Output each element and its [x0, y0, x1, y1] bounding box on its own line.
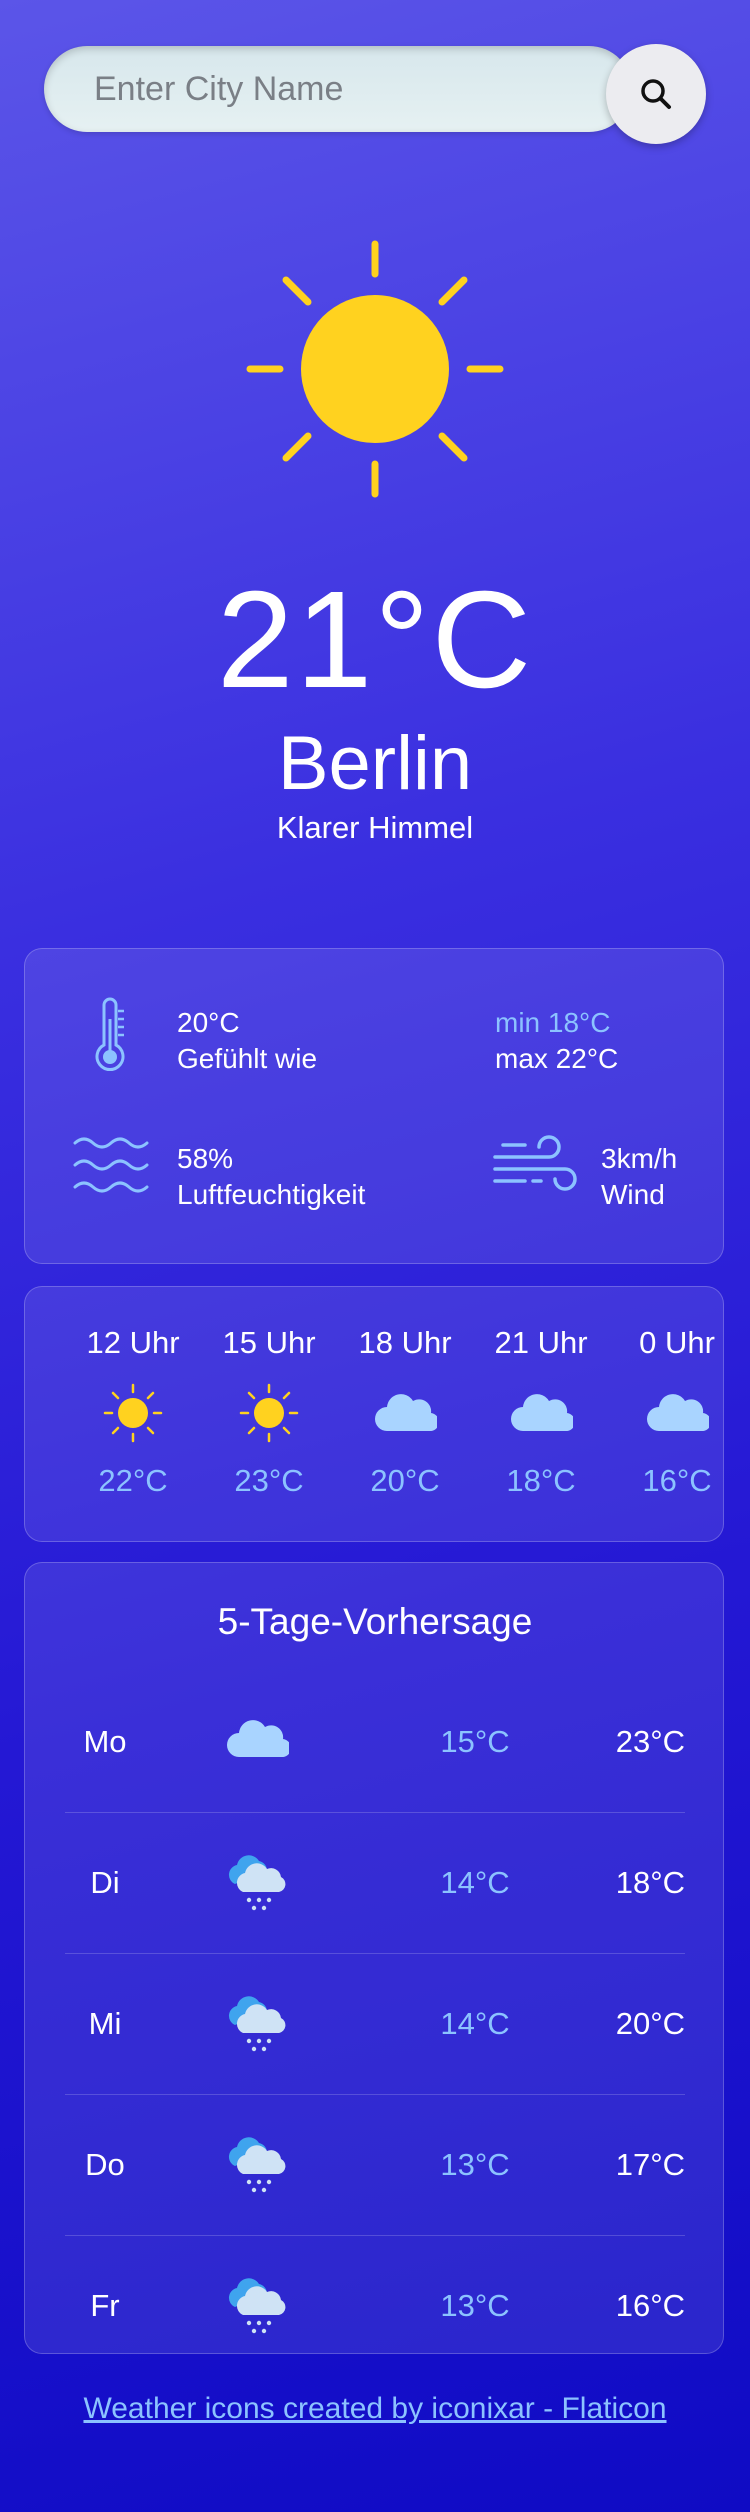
sun-icon [246, 240, 504, 498]
search-bar [44, 44, 706, 144]
city-search-input[interactable] [44, 46, 632, 132]
hour-temp: 23°C [234, 1463, 304, 1498]
wind-value: 3km/h [601, 1143, 678, 1174]
wind: 3km/h Wind [601, 1141, 677, 1213]
forecast-min: 14°C [440, 2006, 510, 2041]
current-temperature: 21°C [216, 563, 534, 717]
forecast-day: Di [90, 1865, 120, 1900]
forecast-day: Mo [83, 1724, 127, 1759]
hourly-item: 15 Uhr 23°C [201, 1323, 337, 1501]
cloud-icon [511, 1394, 573, 1432]
hour-label: 21 Uhr [494, 1325, 588, 1360]
humidity-waves-icon [73, 1137, 149, 1193]
forecast-min: 13°C [440, 2288, 510, 2323]
cloud-icon [227, 1720, 289, 1758]
wind-label: Wind [601, 1179, 665, 1210]
hour-temp: 18°C [506, 1463, 576, 1498]
weather-condition: Klarer Himmel [276, 810, 474, 845]
rain-cloud-icon [228, 1996, 286, 2052]
feels-like: 20°C Gefühlt wie [177, 1005, 317, 1077]
weather-details-card: 20°C Gefühlt wie min 18°C max 22°C 58% L… [24, 948, 724, 1264]
five-day-forecast-card: 5-Tage-Vorhersage Mo 15°C 23°C Di 14°C 1… [24, 1562, 724, 2354]
hour-label: 15 Uhr [222, 1325, 316, 1360]
forecast-row: Di 14°C 18°C [65, 1812, 685, 1954]
min-temp: min 18°C [495, 1007, 611, 1038]
city-name: Berlin [277, 721, 473, 806]
humidity-value: 58% [177, 1143, 234, 1174]
cloud-icon [375, 1394, 437, 1432]
forecast-max: 23°C [615, 1724, 685, 1759]
forecast-day: Mi [88, 2006, 122, 2041]
forecast-min: 15°C [440, 1724, 510, 1759]
max-temp: max 22°C [495, 1043, 619, 1074]
hour-label: 12 Uhr [86, 1325, 180, 1360]
rain-cloud-icon [228, 2137, 286, 2193]
cloud-icon [647, 1394, 709, 1432]
hour-temp: 20°C [370, 1463, 440, 1498]
forecast-min: 14°C [440, 1865, 510, 1900]
hour-label: 18 Uhr [358, 1325, 452, 1360]
forecast-row: Mi 14°C 20°C [65, 1953, 685, 2095]
thermometer-icon [95, 997, 125, 1072]
rain-cloud-icon [228, 1855, 286, 1911]
wind-icon [493, 1135, 577, 1191]
forecast-day: Fr [90, 2288, 120, 2323]
min-max: min 18°C max 22°C [495, 1005, 618, 1077]
humidity: 58% Luftfeuchtigkeit [177, 1141, 365, 1213]
sun-icon [103, 1383, 163, 1443]
feels-like-value: 20°C [177, 1007, 240, 1038]
forecast-max: 16°C [615, 2288, 685, 2323]
forecast-max: 18°C [615, 1865, 685, 1900]
search-button[interactable] [606, 44, 706, 144]
hourly-item: 18 Uhr 20°C [337, 1323, 473, 1501]
hourly-item: 12 Uhr 22°C [65, 1323, 201, 1501]
hourly-item: 0 Uhr 16°C [609, 1323, 723, 1501]
sun-icon [239, 1383, 299, 1443]
hourly-item: 21 Uhr 18°C [473, 1323, 609, 1501]
forecast-day: Do [85, 2147, 125, 2182]
forecast-max: 20°C [615, 2006, 685, 2041]
forecast-row: Fr 13°C 16°C [65, 2235, 685, 2376]
humidity-label: Luftfeuchtigkeit [177, 1179, 366, 1210]
feels-like-label: Gefühlt wie [177, 1043, 318, 1074]
hour-label: 0 Uhr [639, 1325, 715, 1360]
forecast-title: 5-Tage-Vorhersage [217, 1601, 533, 1642]
forecast-row: Do 13°C 17°C [65, 2094, 685, 2236]
forecast-max: 17°C [615, 2147, 685, 2182]
hour-temp: 22°C [98, 1463, 168, 1498]
forecast-row: Mo 15°C 23°C [65, 1671, 685, 1813]
hourly-forecast-card: 12 Uhr 22°C 15 Uhr 23°C 18 Uhr 20°C 21 U… [24, 1286, 724, 1542]
search-icon [641, 79, 671, 109]
rain-cloud-icon [228, 2278, 286, 2334]
hour-temp: 16°C [642, 1463, 712, 1498]
forecast-min: 13°C [440, 2147, 510, 2182]
icon-credit-link[interactable]: Weather icons created by iconixar - Flat… [0, 2392, 750, 2426]
